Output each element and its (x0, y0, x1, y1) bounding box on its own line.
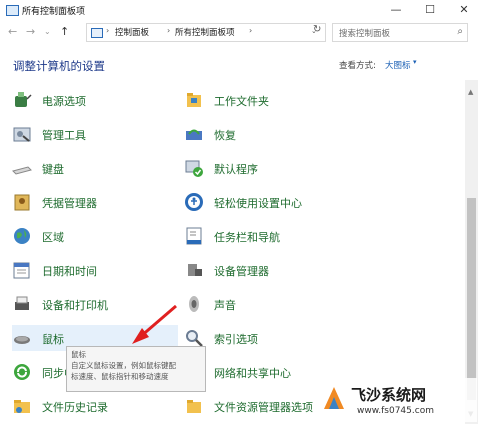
chevron-right-icon[interactable]: › (106, 26, 109, 35)
ease-of-access-icon (185, 193, 203, 211)
item-file-history[interactable]: 文件历史记录 (12, 393, 172, 419)
vertical-scrollbar[interactable]: ▲ ▼ (465, 80, 478, 424)
watermark-logo-icon (324, 387, 344, 409)
globe-icon (14, 228, 30, 244)
sync-icon (14, 364, 30, 380)
item-taskbar-navigation[interactable]: 任务栏和导航 (184, 223, 354, 249)
scrollbar-thumb[interactable] (467, 198, 476, 400)
explorer-options-icon (187, 400, 201, 413)
breadcrumb-control-panel[interactable]: 控制面板 (115, 26, 149, 38)
up-arrow-icon[interactable]: ↑ (60, 25, 69, 38)
item-label: 恢复 (214, 129, 236, 142)
chevron-right-icon[interactable]: › (167, 26, 170, 35)
mouse-icon (14, 336, 30, 344)
speaker-icon (189, 296, 199, 312)
window-title: 所有控制面板项 (22, 7, 86, 17)
taskbar-icon (186, 227, 202, 245)
view-by-label: 查看方式: (339, 61, 376, 71)
page-title: 调整计算机的设置 (13, 59, 105, 73)
item-power-options[interactable]: 电源选项 (12, 87, 172, 113)
default-programs-icon (185, 160, 203, 177)
chevron-right-icon[interactable]: › (249, 26, 252, 35)
chevron-down-icon[interactable]: ▾ (413, 58, 417, 66)
watermark-name: 飞沙系统网 (351, 386, 427, 404)
item-label: 声音 (214, 299, 236, 312)
item-ease-of-access[interactable]: 轻松使用设置中心 (184, 189, 354, 215)
file-history-icon (14, 400, 30, 413)
item-region[interactable]: 区域 (12, 223, 172, 249)
item-label: 轻松使用设置中心 (214, 197, 302, 210)
breadcrumb[interactable]: › 控制面板 › 所有控制面板项 › ⌄ (86, 23, 326, 42)
keyboard-icon (12, 166, 32, 175)
item-label: 电源选项 (42, 95, 86, 108)
item-label: 索引选项 (214, 333, 258, 346)
item-label: 键盘 (42, 163, 64, 176)
site-watermark: 飞沙系统网 www.fs0745.com (317, 378, 477, 422)
item-label: 文件资源管理器选项 (214, 401, 313, 414)
view-by-dropdown[interactable]: 大图标 (385, 59, 411, 71)
printer-icon (15, 296, 29, 310)
search-input[interactable]: 搜索控制面板 ⌕ (332, 23, 468, 42)
scroll-up-icon[interactable]: ▲ (468, 88, 473, 96)
recent-dropdown-icon[interactable]: ⌄ (44, 27, 51, 36)
item-label: 设备管理器 (214, 265, 269, 278)
device-manager-icon (188, 264, 202, 276)
back-arrow-icon[interactable]: ← (8, 25, 17, 38)
recovery-icon (186, 129, 202, 140)
item-devices-printers[interactable]: 设备和打印机 (12, 291, 172, 317)
item-work-folders[interactable]: 工作文件夹 (184, 87, 354, 113)
work-folder-icon (187, 93, 201, 107)
item-label: 日期和时间 (42, 265, 97, 278)
item-label: 管理工具 (42, 129, 86, 142)
item-keyboard[interactable]: 键盘 (12, 155, 172, 181)
control-panel-icon (91, 28, 103, 38)
item-label: 工作文件夹 (214, 95, 269, 108)
tooltip-line: 自定义鼠标设置，例如鼠标键配 (71, 361, 176, 370)
item-default-programs[interactable]: 默认程序 (184, 155, 354, 181)
watermark-url: www.fs0745.com (357, 406, 434, 416)
mouse-tooltip: 鼠标 自定义鼠标设置，例如鼠标键配 标速度、鼠标指针和移动速度 (66, 346, 206, 392)
item-label: 区域 (42, 231, 64, 244)
admin-tools-icon (13, 127, 31, 142)
power-icon (15, 92, 32, 107)
minimize-button[interactable]: — (382, 0, 410, 20)
search-placeholder: 搜索控制面板 (339, 29, 391, 39)
forward-arrow-icon[interactable]: → (26, 25, 35, 38)
search-icon[interactable]: ⌕ (457, 26, 463, 37)
close-button[interactable]: ✕ (450, 0, 478, 20)
calendar-icon (13, 262, 30, 279)
credential-icon (14, 194, 30, 211)
maximize-button[interactable]: ☐ (416, 0, 444, 20)
item-credential-manager[interactable]: 凭据管理器 (12, 189, 172, 215)
item-label: 鼠标 (42, 333, 64, 346)
control-panel-icon (6, 5, 19, 16)
refresh-button[interactable]: ↻ (313, 24, 321, 35)
item-label: 默认程序 (214, 163, 258, 176)
tooltip-title: 鼠标 (71, 350, 86, 359)
item-sound[interactable]: 声音 (184, 291, 354, 317)
index-icon (186, 330, 203, 347)
item-device-manager[interactable]: 设备管理器 (184, 257, 354, 283)
title-bar: 所有控制面板项 — ☐ ✕ (0, 0, 480, 20)
item-label: 网络和共享中心 (214, 367, 291, 380)
item-recovery[interactable]: 恢复 (184, 121, 354, 147)
item-indexing-options[interactable]: 索引选项 (184, 325, 354, 351)
tooltip-line: 标速度、鼠标指针和移动速度 (71, 372, 169, 381)
breadcrumb-all-items[interactable]: 所有控制面板项 (175, 26, 235, 38)
item-label: 凭据管理器 (42, 197, 97, 210)
item-label: 文件历史记录 (42, 401, 108, 414)
item-date-time[interactable]: 日期和时间 (12, 257, 172, 283)
item-label: 设备和打印机 (42, 299, 108, 312)
item-label: 任务栏和导航 (214, 231, 280, 244)
item-admin-tools[interactable]: 管理工具 (12, 121, 172, 147)
address-bar: ← → ⌄ ↑ › 控制面板 › 所有控制面板项 › ⌄ ↻ 搜索控制面板 ⌕ (0, 20, 480, 44)
